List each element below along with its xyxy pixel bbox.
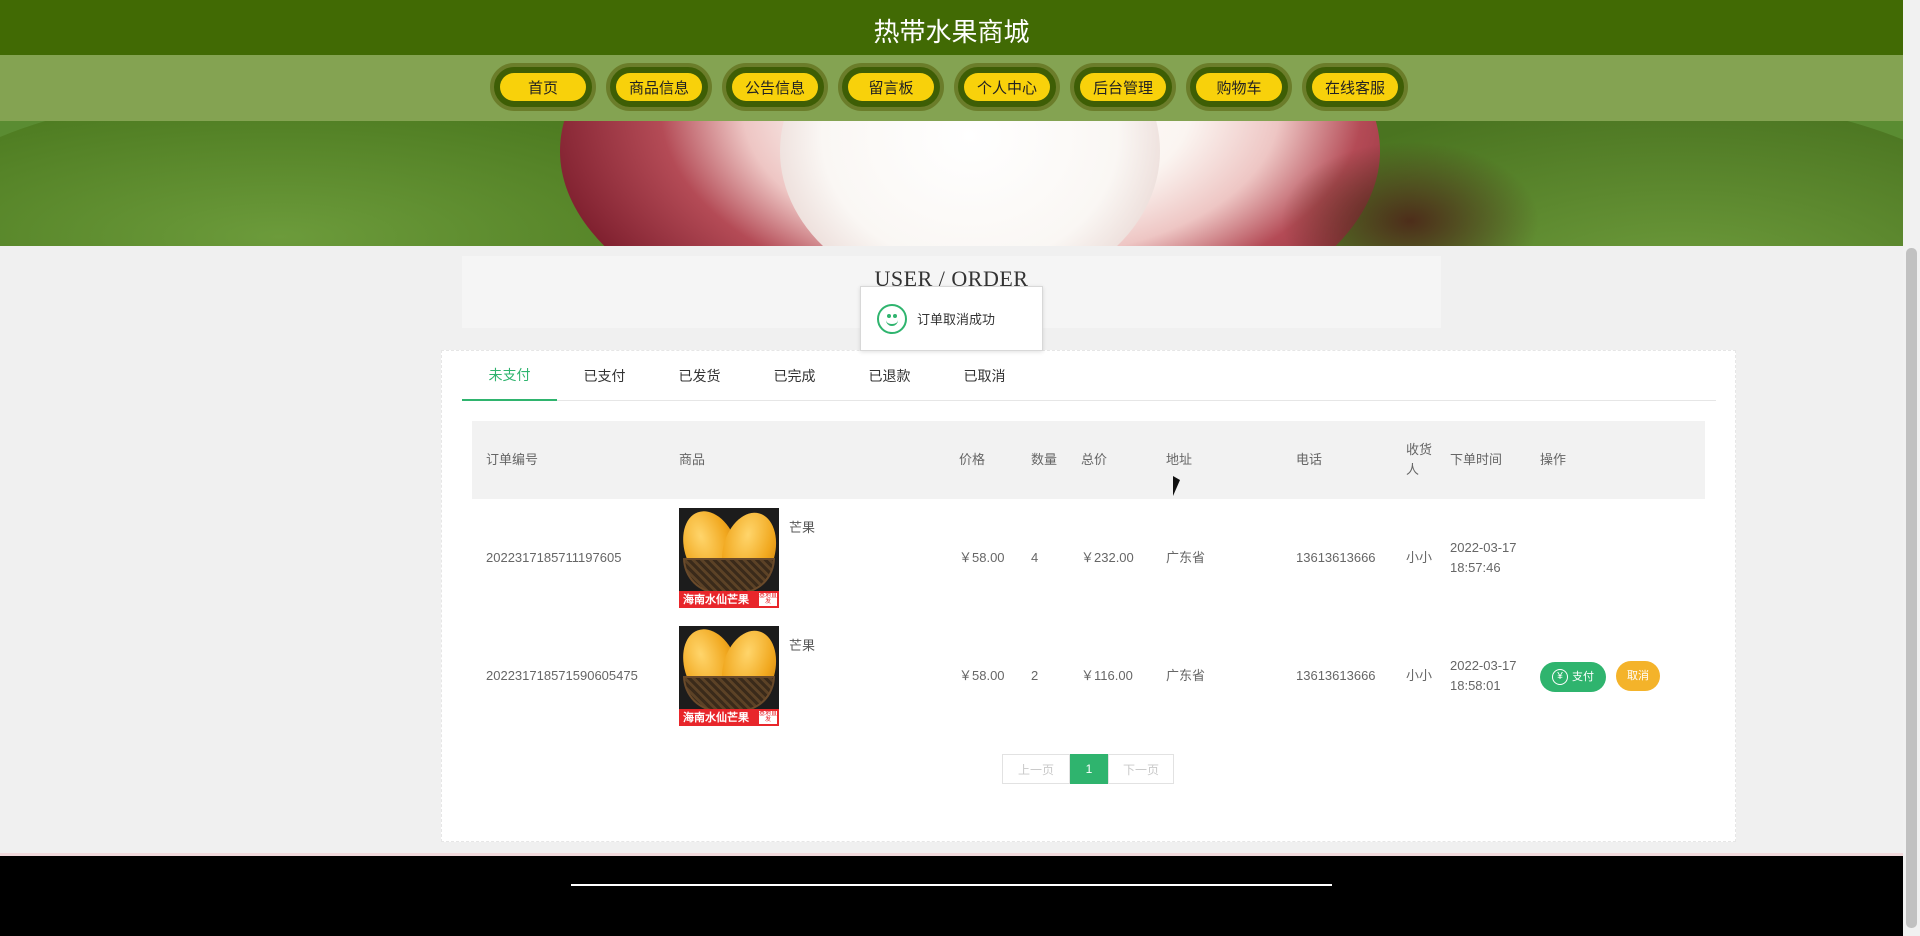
footer: [0, 853, 1903, 936]
goods-cell: 海南水仙芒果 基地直发 芒果: [665, 499, 945, 617]
col-order-no: 订单编号: [472, 421, 665, 499]
col-qty: 数量: [1023, 421, 1067, 499]
order-status-tabs: 未支付 已支付 已发货 已完成 已退款 已取消: [462, 351, 1716, 401]
col-price: 价格: [945, 421, 1023, 499]
quantity: 4: [1031, 550, 1039, 565]
tab-refunded[interactable]: 已退款: [842, 351, 937, 401]
nav-item-label: 后台管理: [1080, 73, 1166, 101]
goods-cell: 海南水仙芒果 基地直发 芒果: [665, 617, 945, 735]
tab-cancelled[interactable]: 已取消: [937, 351, 1032, 401]
mouse-cursor-icon: [1173, 476, 1180, 496]
goods-thumbnail[interactable]: 海南水仙芒果 基地直发: [679, 626, 779, 726]
nav-item-label: 购物车: [1196, 73, 1282, 101]
col-goods: 商品: [665, 421, 945, 499]
total-price: ￥232.00: [1081, 550, 1134, 565]
banner-carousel[interactable]: [0, 121, 1903, 246]
table-header-row: 订单编号 商品 价格 数量 总价 地址 电话 收货人 下单时间 操作: [472, 421, 1705, 499]
nav-item-admin[interactable]: 后台管理: [1070, 63, 1176, 111]
yen-icon: ¥: [1552, 668, 1568, 685]
col-address: 地址: [1152, 421, 1282, 499]
main-nav: 首页 商品信息 公告信息 留言板 个人中心 后台管理 购物车 在线客服: [0, 55, 1903, 121]
cancel-order-button[interactable]: 取消: [1616, 660, 1660, 691]
tab-completed[interactable]: 已完成: [747, 351, 842, 401]
table-row: 2022317185711197605 海南水仙芒果 基地直发 芒果 ￥58.00…: [472, 499, 1705, 617]
smile-icon: [877, 303, 907, 334]
pay-button[interactable]: ¥ 支付: [1540, 661, 1606, 692]
nav-list: 首页 商品信息 公告信息 留言板 个人中心 后台管理 购物车 在线客服: [490, 63, 1408, 111]
col-receiver: 收货人: [1398, 421, 1442, 499]
action-cell: [1526, 499, 1705, 617]
pay-button-label: 支付: [1572, 670, 1594, 683]
tab-unpaid[interactable]: 未支付: [462, 351, 557, 401]
order-no: 20223171857159060547​5: [486, 668, 638, 683]
phone: 13613613666: [1296, 668, 1376, 683]
footer-divider: [571, 884, 1332, 886]
page-1-button[interactable]: 1: [1070, 754, 1108, 784]
toast-message: 订单取消成功: [860, 286, 1043, 351]
goods-name: 芒果: [789, 638, 816, 653]
banner-fruit-flesh: [780, 121, 1160, 246]
nav-item-label: 商品信息: [616, 73, 702, 101]
nav-item-label: 公告信息: [732, 73, 818, 101]
table-row: 20223171857159060547​5 海南水仙芒果 基地直发 芒果 ￥58…: [472, 617, 1705, 735]
nav-item-support[interactable]: 在线客服: [1302, 63, 1408, 111]
toast-text: 订单取消成功: [917, 312, 996, 327]
col-action: 操作: [1526, 421, 1705, 499]
page-scrollbar[interactable]: [1903, 0, 1920, 936]
goods-thumbnail[interactable]: 海南水仙芒果 基地直发: [679, 508, 779, 608]
order-time: 2022-03-17 18:58:01: [1450, 658, 1517, 693]
nav-item-home[interactable]: 首页: [490, 63, 596, 111]
address: 广东省: [1166, 668, 1206, 683]
order-panel: 未支付 已支付 已发货 已完成 已退款 已取消 订单编号 商品 价格 数量 总价…: [441, 350, 1736, 842]
site-title: 热带水果商城: [873, 18, 1030, 48]
order-table: 订单编号 商品 价格 数量 总价 地址 电话 收货人 下单时间 操作 20223…: [472, 421, 1705, 735]
nav-item-notices[interactable]: 公告信息: [722, 63, 828, 111]
col-total: 总价: [1067, 421, 1152, 499]
receiver: 小小: [1406, 668, 1433, 683]
phone: 13613613666: [1296, 550, 1376, 565]
quantity: 2: [1031, 668, 1039, 683]
nav-item-messages[interactable]: 留言板: [838, 63, 944, 111]
scrollbar-thumb[interactable]: [1906, 248, 1917, 928]
nav-item-cart[interactable]: 购物车: [1186, 63, 1292, 111]
site-header: 热带水果商城: [0, 0, 1903, 55]
pagination: 上一页 1 下一页: [1002, 754, 1174, 784]
tab-paid[interactable]: 已支付: [557, 351, 652, 401]
address: 广东省: [1166, 550, 1206, 565]
nav-item-label: 留言板: [848, 73, 934, 101]
price: ￥58.00: [959, 550, 1005, 565]
col-time: 下单时间: [1442, 421, 1526, 499]
action-cell: ¥ 支付 取消: [1526, 617, 1705, 735]
nav-item-goods[interactable]: 商品信息: [606, 63, 712, 111]
goods-name: 芒果: [789, 520, 816, 535]
nav-item-profile[interactable]: 个人中心: [954, 63, 1060, 111]
prev-page-button[interactable]: 上一页: [1002, 754, 1070, 784]
tab-shipped[interactable]: 已发货: [652, 351, 747, 401]
order-time: 2022-03-17 18:57:46: [1450, 540, 1517, 575]
next-page-button[interactable]: 下一页: [1108, 754, 1174, 784]
order-no: 2022317185711197605: [486, 550, 622, 565]
col-phone: 电话: [1282, 421, 1398, 499]
price: ￥58.00: [959, 668, 1005, 683]
nav-item-label: 个人中心: [964, 73, 1050, 101]
total-price: ￥116.00: [1081, 668, 1133, 683]
nav-item-label: 在线客服: [1312, 73, 1398, 101]
receiver: 小小: [1406, 550, 1433, 565]
nav-item-label: 首页: [500, 73, 586, 101]
